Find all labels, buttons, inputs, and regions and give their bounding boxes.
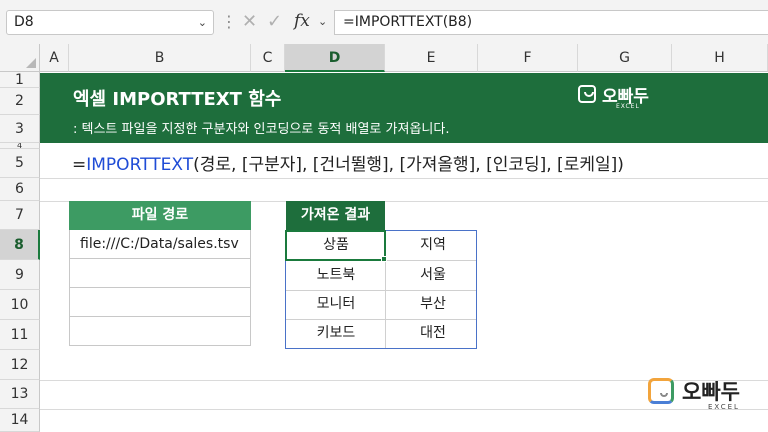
logo-icon [578,85,596,103]
row-header-5[interactable]: 5 [0,149,40,178]
path-cell[interactable] [69,259,251,288]
formula-controls: ✕ ✓ fx ⌄ [234,10,330,35]
name-box-value: D8 [14,14,34,30]
path-cell[interactable] [69,288,251,317]
result-cell[interactable]: 서울 [385,261,481,290]
syntax-arguments: (경로, [구분자], [건너뛸행], [가져올행], [인코딩], [로케일]… [193,155,624,175]
row-header-14[interactable]: 14 [0,409,40,432]
select-all-icon [26,58,36,68]
column-header-b[interactable]: B [69,44,251,72]
watermark-logo: 오빠두 EXCEL [648,374,763,414]
result-cell[interactable]: 부산 [385,290,481,319]
more-options-icon[interactable]: ⋮ [221,12,237,32]
row-header-3[interactable]: 3 [0,115,40,143]
row-header-13[interactable]: 13 [0,380,40,409]
syntax-prefix: = [72,155,87,175]
confirm-icon[interactable]: ✓ [267,11,282,32]
page-subtitle: : 텍스트 파일을 지정한 구분자와 인코딩으로 동적 배열로 가져옵니다. [73,122,450,137]
column-header-a[interactable]: A [40,44,69,72]
select-all-button[interactable] [0,44,40,72]
fill-handle[interactable] [381,256,387,262]
active-cell-selection [285,230,386,261]
function-syntax[interactable]: =IMPORTTEXT(경로, [구분자], [건너뛸행], [가져올행], [… [72,150,624,175]
column-header-f[interactable]: F [478,44,578,72]
column-header-e[interactable]: E [385,44,478,72]
page-title: 엑셀 IMPORTTEXT 함수 [73,89,282,110]
row-header-11[interactable]: 11 [0,320,40,350]
cancel-icon[interactable]: ✕ [242,11,257,32]
row-header-7[interactable]: 7 [0,201,40,230]
path-table-header[interactable]: 파일 경로 [69,201,251,230]
logo-subtext: EXCEL [616,103,640,110]
syntax-function-name: IMPORTTEXT [86,155,194,175]
path-table: 파일 경로 file:///C:/Data/sales.tsv [69,201,251,346]
result-cell[interactable]: 노트북 [288,261,384,290]
row-header-8[interactable]: 8 [0,230,40,260]
name-box[interactable]: D8 ⌄ [6,10,214,35]
chevron-down-icon[interactable]: ⌄ [318,15,327,28]
watermark-icon-smile [660,393,668,397]
row-header-1[interactable]: 1 [0,72,40,88]
row-header-6[interactable]: 6 [0,178,40,201]
row-header-10[interactable]: 10 [0,290,40,320]
watermark-text: 오빠두 [682,380,740,404]
row-header-2[interactable]: 2 [0,88,40,115]
chevron-down-icon[interactable]: ⌄ [198,11,207,34]
column-header-d[interactable]: D [285,44,385,72]
gridline [40,178,768,179]
row-header-9[interactable]: 9 [0,260,40,290]
result-cell[interactable]: 대전 [385,319,481,348]
path-cell[interactable] [69,317,251,346]
formula-input[interactable]: =IMPORTTEXT(B8) [334,10,768,35]
column-header-g[interactable]: G [578,44,672,72]
watermark-icon [648,378,674,404]
row-header-12[interactable]: 12 [0,350,40,380]
column-header-h[interactable]: H [672,44,768,72]
insert-function-icon[interactable]: fx [294,11,310,31]
result-cell[interactable]: 모니터 [288,290,384,319]
result-cell[interactable]: 지역 [385,231,481,260]
path-cell[interactable]: file:///C:/Data/sales.tsv [69,230,251,259]
title-banner: 엑셀 IMPORTTEXT 함수 : 텍스트 파일을 지정한 구분자와 인코딩으… [40,73,768,143]
column-header-c[interactable]: C [251,44,285,72]
result-cell[interactable]: 키보드 [288,319,384,348]
result-label[interactable]: 가져온 결과 [286,201,385,230]
watermark-subtext: EXCEL [708,403,740,411]
formula-bar: D8 ⌄ ⋮ ✕ ✓ fx ⌄ =IMPORTTEXT(B8) [0,0,768,44]
